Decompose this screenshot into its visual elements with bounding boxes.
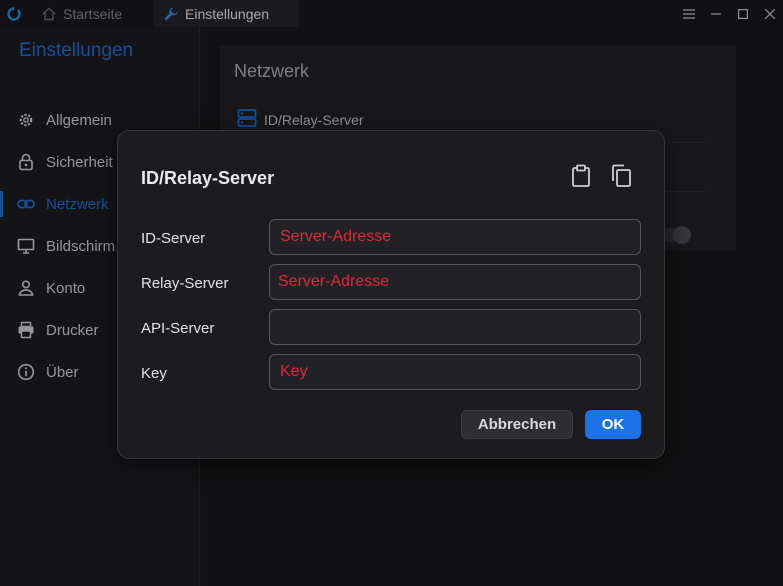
clipboard-paste-icon[interactable] (569, 163, 593, 189)
copy-icon[interactable] (609, 163, 633, 189)
dialog-title: ID/Relay-Server (141, 168, 275, 188)
relay-server-input[interactable] (269, 264, 641, 300)
id-relay-server-dialog: ID/Relay-Server ID-Server Relay-Server A… (117, 130, 665, 459)
key-label: Key (141, 365, 167, 382)
api-server-input[interactable] (269, 309, 641, 345)
key-input[interactable] (269, 354, 641, 390)
relay-server-label: Relay-Server (141, 275, 229, 292)
api-server-label: API-Server (141, 320, 215, 337)
id-server-label: ID-Server (141, 230, 206, 247)
cancel-button[interactable]: Abbrechen (461, 410, 573, 439)
ok-button[interactable]: OK (585, 410, 641, 439)
id-server-input[interactable] (269, 219, 641, 255)
